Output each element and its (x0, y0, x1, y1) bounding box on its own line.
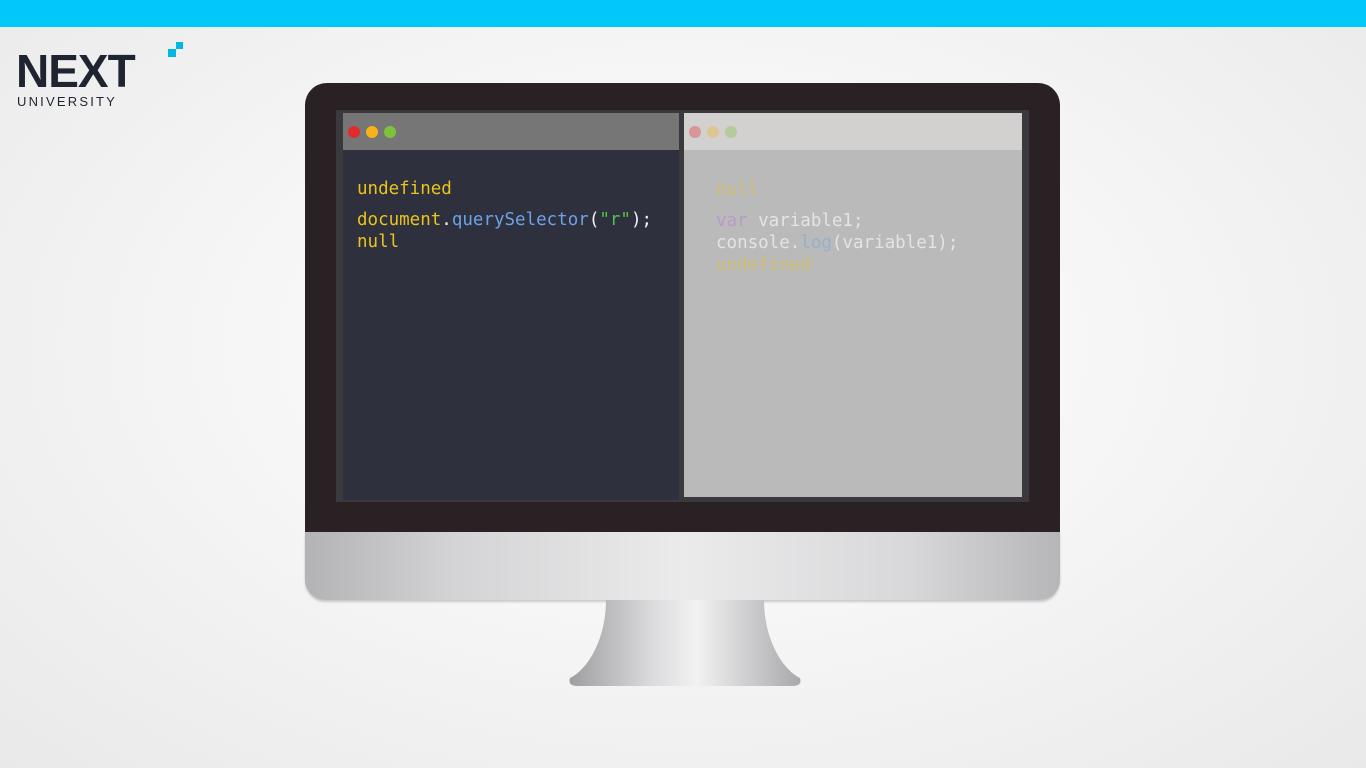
minimize-dot-icon[interactable] (366, 126, 378, 138)
code-punct: . (441, 210, 452, 230)
maximize-dot-icon[interactable] (725, 126, 737, 138)
code-text: variable1; (747, 211, 864, 231)
code-method: querySelector (451, 210, 589, 230)
code-line-output: undefined (716, 254, 811, 276)
code-string: "r" (599, 210, 631, 230)
monitor-chin (305, 532, 1060, 600)
logo-subtitle: UNIVERSITY (17, 94, 118, 109)
maximize-dot-icon[interactable] (384, 126, 396, 138)
logo-wordmark: NEXT (16, 45, 136, 97)
code-text: (variable1); (831, 233, 959, 253)
top-accent-bar (0, 0, 1366, 27)
logo-accent-pixel (176, 42, 183, 49)
code-keyword: var (716, 211, 748, 231)
code-punct: ( (588, 210, 600, 230)
console-window-left: undefined document.querySelector("r"); n… (343, 113, 679, 500)
monitor-stand (569, 600, 801, 686)
minimize-dot-icon[interactable] (707, 126, 719, 138)
code-punct: . (789, 233, 801, 253)
code-object: console (716, 233, 790, 253)
code-object: document (357, 210, 442, 230)
close-dot-icon[interactable] (348, 126, 360, 138)
code-line-statement: document.querySelector("r"); (357, 209, 652, 231)
console-window-right: null var variable1; console.log(variable… (684, 113, 1022, 497)
code-line-statement: var variable1; (716, 210, 864, 232)
window-titlebar[interactable] (343, 113, 679, 150)
code-line-output: null (716, 179, 758, 201)
output-text: null (716, 180, 759, 200)
window-titlebar[interactable] (684, 113, 1022, 150)
code-line-output: null (357, 231, 399, 253)
output-text: null (357, 232, 400, 252)
logo-accent-pixel (168, 49, 176, 57)
code-line-statement: console.log(variable1); (716, 232, 958, 254)
close-dot-icon[interactable] (689, 126, 701, 138)
code-line-output: undefined (357, 178, 452, 200)
next-university-logo: NEXT UNIVERSITY (16, 40, 186, 110)
output-text: undefined (357, 179, 452, 199)
code-punct: ); (630, 210, 653, 230)
output-text: undefined (716, 255, 811, 275)
code-method: log (800, 233, 832, 253)
